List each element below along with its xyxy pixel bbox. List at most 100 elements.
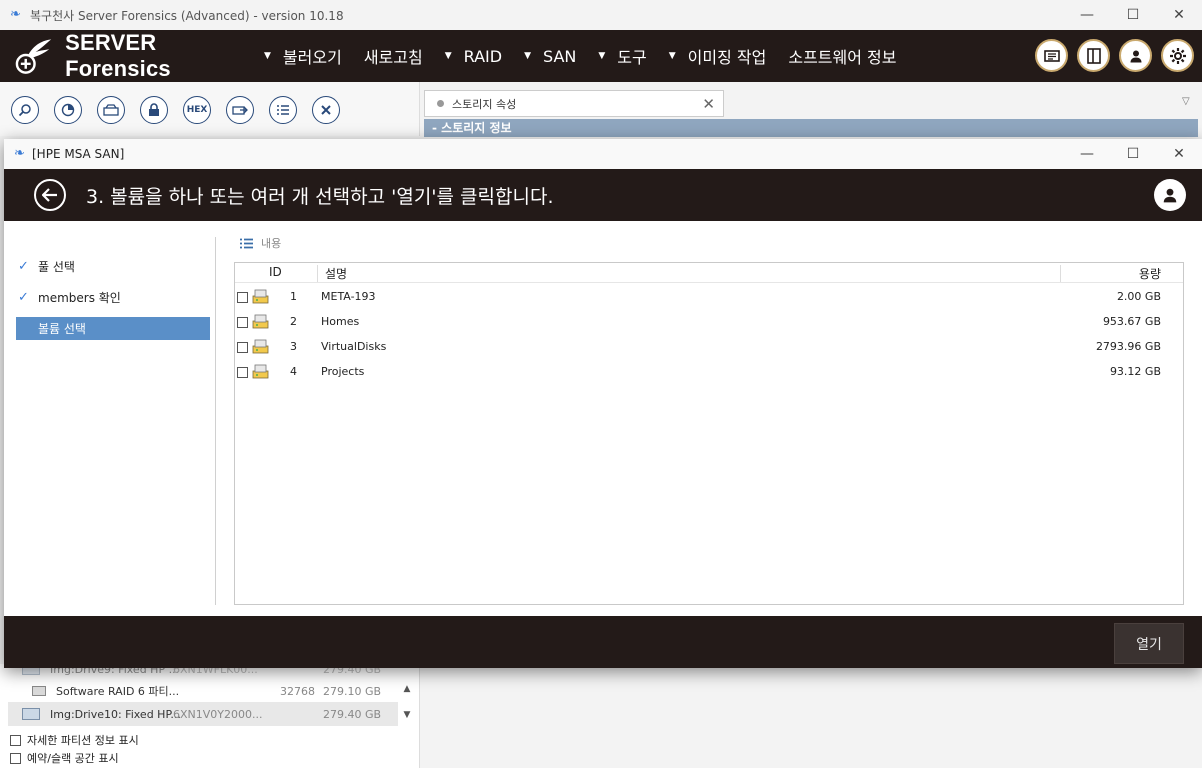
dialog-footer: 열기 — [4, 616, 1202, 668]
panel-icon[interactable] — [1077, 39, 1110, 72]
menu-imaging[interactable]: ▼ 이미징 작업 — [669, 44, 767, 68]
menu-tools[interactable]: ▼ 도구 — [598, 44, 646, 68]
dropdown-arrow-icon: ▼ — [524, 51, 531, 61]
dialog-title: [HPE MSA SAN] — [32, 147, 125, 161]
checkbox-box[interactable] — [10, 734, 21, 746]
menu-refresh[interactable]: 새로고침 — [364, 44, 423, 68]
column-description[interactable]: 설명 — [325, 265, 347, 282]
drive-image-icon — [22, 708, 40, 720]
show-partition-detail-checkbox[interactable]: 자세한 파티션 정보 표시 — [10, 732, 139, 748]
menu-raid[interactable]: ▼ RAID — [445, 47, 502, 66]
drive-size: 279.40 GB — [323, 707, 382, 721]
dropdown-arrow-icon: ▼ — [598, 51, 606, 61]
storage-info-header[interactable]: - 스토리지 정보 — [424, 119, 1198, 137]
menu-label: 소프트웨어 정보 — [788, 48, 897, 67]
volume-size: 2793.96 GB — [1095, 340, 1161, 353]
column-size[interactable]: 용량 — [1139, 265, 1161, 282]
close-button[interactable]: ✕ — [1156, 139, 1202, 169]
app-titlebar: ❧ 복구천사 Server Forensics (Advanced) - ver… — [0, 0, 1202, 30]
checkbox-box[interactable] — [10, 752, 21, 764]
brand-name: SERVER Forensics — [65, 30, 171, 81]
row-checkbox[interactable] — [237, 317, 248, 328]
menu-software-info[interactable]: 소프트웨어 정보 — [788, 44, 896, 68]
pane-divider — [215, 237, 216, 605]
check-icon: ✓ — [18, 290, 29, 305]
search-icon[interactable] — [11, 96, 39, 124]
volume-size: 953.67 GB — [1102, 315, 1161, 328]
app-feather-icon: ❧ — [14, 146, 25, 161]
table-row[interactable]: 4 Projects 93.12 GB — [235, 360, 1183, 385]
menu-label: RAID — [463, 46, 503, 66]
volume-id: 3 — [290, 340, 297, 353]
list-item[interactable]: Img:Drive10: Fixed HP... 6XN1V0Y2000... … — [8, 702, 398, 726]
menu-san[interactable]: ▼ SAN — [524, 47, 576, 66]
open-button[interactable]: 열기 — [1114, 623, 1184, 664]
show-slack-space-checkbox[interactable]: 예약/슬랙 공간 표시 — [10, 750, 119, 766]
close-icon[interactable] — [312, 96, 340, 124]
hex-icon[interactable]: HEX — [183, 96, 211, 124]
row-checkbox[interactable] — [237, 342, 248, 353]
volume-icon — [252, 339, 269, 354]
export-icon[interactable] — [226, 96, 254, 124]
volume-table: ID 설명 용량 1 META-193 2.00 GB 2 Homes 953.… — [234, 262, 1184, 605]
maximize-button[interactable]: ☐ — [1110, 139, 1156, 169]
back-button[interactable] — [34, 179, 66, 211]
minimize-button[interactable]: — — [1064, 0, 1110, 30]
logo: SERVER Forensics — [14, 30, 264, 82]
wizard-steps: ✓ 풀 선택 ✓ members 확인 볼륨 선택 — [16, 251, 210, 340]
user-icon[interactable] — [1154, 179, 1186, 211]
partition-name: Software RAID 6 파티... — [56, 685, 180, 698]
minimize-button[interactable]: — — [1064, 139, 1110, 169]
step-label: 풀 선택 — [38, 260, 75, 274]
content-label: 내용 — [240, 235, 281, 251]
volume-icon — [252, 289, 269, 304]
drive-list: Img:Drive9: Fixed HP ... 6XN1WFLK00... 2… — [0, 663, 420, 768]
detail-pane — [421, 668, 1202, 768]
close-button[interactable]: ✕ — [1156, 0, 1202, 30]
row-checkbox[interactable] — [237, 367, 248, 378]
tab-dropdown-icon[interactable]: ▽ — [1182, 96, 1190, 107]
list-item[interactable]: Software RAID 6 파티... 32768 279.10 GB — [8, 680, 398, 702]
table-row[interactable]: 2 Homes 953.67 GB — [235, 310, 1183, 335]
tab-dot-icon — [437, 100, 444, 107]
menu-load[interactable]: ▼ 불러오기 — [264, 44, 342, 68]
drive-icon[interactable] — [97, 96, 125, 124]
list-icon[interactable] — [269, 96, 297, 124]
settings-icon[interactable] — [1161, 39, 1194, 72]
drive-name: Img:Drive10: Fixed HP... — [50, 707, 181, 721]
nav-icon-group — [1026, 39, 1194, 72]
table-row[interactable]: 3 VirtualDisks 2793.96 GB — [235, 335, 1183, 360]
step-members-confirm[interactable]: ✓ members 확인 — [16, 282, 210, 313]
volume-name: META-193 — [321, 290, 376, 303]
log-icon[interactable] — [1035, 39, 1068, 72]
dialog-window-controls: — ☐ ✕ — [1064, 139, 1202, 169]
menu-label: 이미징 작업 — [687, 48, 767, 67]
drive-serial: 6XN1V0Y2000... — [173, 707, 263, 721]
lock-icon[interactable] — [140, 96, 168, 124]
checkbox-label: 자세한 파티션 정보 표시 — [27, 734, 139, 747]
check-icon: ✓ — [18, 259, 29, 274]
back-arrow-icon — [42, 188, 57, 202]
step-volume-select[interactable]: 볼륨 선택 — [16, 317, 210, 340]
main-menu: ▼ 불러오기 새로고침 ▼ RAID ▼ SAN ▼ 도구 ▼ 이미징 작업 소프트웨어 … — [264, 44, 919, 68]
step-pool-select[interactable]: ✓ 풀 선택 — [16, 251, 210, 282]
table-row[interactable]: 1 META-193 2.00 GB — [235, 285, 1183, 310]
volume-name: VirtualDisks — [321, 340, 387, 353]
menu-label: 새로고침 — [363, 48, 423, 67]
san-dialog: ❧ [HPE MSA SAN] — ☐ ✕ 3. 볼륨을 하나 또는 여러 개 … — [4, 139, 1202, 668]
list-icon — [240, 238, 253, 248]
user-icon[interactable] — [1119, 39, 1152, 72]
scroll-down-icon[interactable]: ▼ — [400, 710, 414, 724]
column-id[interactable]: ID — [269, 265, 282, 279]
volume-icon — [252, 364, 269, 379]
dialog-body: ✓ 풀 선택 ✓ members 확인 볼륨 선택 내용 ID 설명 용량 1 … — [4, 221, 1202, 616]
scroll-up-icon[interactable]: ▲ — [400, 684, 414, 698]
row-checkbox[interactable] — [237, 292, 248, 303]
app-title: 복구천사 Server Forensics (Advanced) - versi… — [30, 8, 344, 23]
top-nav: SERVER Forensics ▼ 불러오기 새로고침 ▼ RAID ▼ SAN ▼… — [0, 30, 1202, 82]
tab-close-icon[interactable]: ✕ — [702, 95, 715, 113]
maximize-button[interactable]: ☐ — [1110, 0, 1156, 30]
tab-storage-properties[interactable]: 스토리지 속성 ✕ — [424, 90, 724, 117]
menu-label: SAN — [543, 46, 577, 66]
disk-chart-icon[interactable] — [54, 96, 82, 124]
